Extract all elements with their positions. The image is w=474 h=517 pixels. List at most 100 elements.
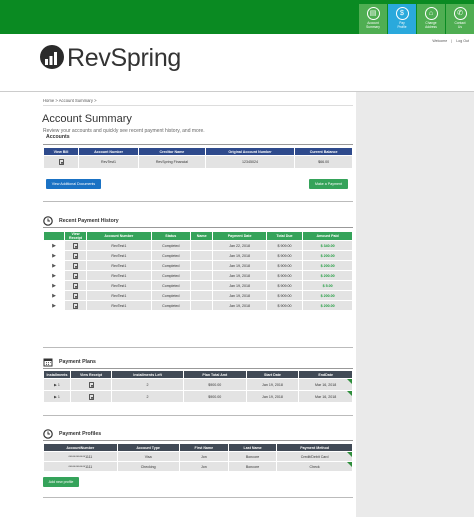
expand-arrow-icon[interactable]: ▶	[44, 241, 64, 250]
table-row: ************1111 Visa Jon Boncore Credit…	[44, 452, 352, 461]
view-receipt-cell[interactable]	[71, 379, 111, 390]
end-date-cell: Mar 16, 2018	[299, 391, 352, 402]
view-receipt-cell[interactable]	[65, 271, 86, 280]
nav-pay-profile[interactable]: $ Pay Profile	[388, 4, 416, 34]
view-receipt-cell[interactable]	[65, 301, 86, 310]
table-row: ▶ 1 2 $900.00 Jan 19, 2018 Mar 16, 2018	[44, 391, 352, 402]
logout-link[interactable]: Log Out	[456, 39, 469, 43]
table-row: ▶ RevTest1 Completed Jan 19, 2018 $ 909.…	[44, 251, 352, 260]
view-receipt-cell[interactable]	[71, 391, 111, 402]
expand-arrow-icon[interactable]: ▶	[44, 261, 64, 270]
nav-label: Change Address	[425, 21, 437, 29]
table-header-row: Installments View Receipt Installments L…	[44, 371, 352, 378]
total-due: $ 909.00	[266, 301, 303, 310]
nav-change-address[interactable]: ⌂ Change Address	[417, 4, 445, 34]
status: Completed	[151, 301, 190, 310]
receipt-icon[interactable]	[73, 302, 78, 309]
amount-paid: $ 200.00	[303, 291, 352, 300]
end-date-cell: Mar 16, 2018	[299, 379, 352, 390]
amount-paid: $ 340.00	[303, 241, 352, 250]
status: Completed	[151, 261, 190, 270]
nav-account-summary[interactable]: ▤ Account Summary	[359, 4, 387, 34]
receipt-icon[interactable]	[73, 282, 78, 289]
expand-arrow-icon[interactable]: ▶	[44, 271, 64, 280]
nav-label: Pay Profile	[397, 21, 407, 29]
account-number: ************1111	[44, 462, 117, 471]
logo-mark-icon	[40, 45, 64, 69]
expand-arrow-icon[interactable]: ▶	[44, 251, 64, 260]
column-header: View Receipt	[65, 232, 86, 240]
end-date: Mar 16, 2018	[315, 394, 337, 399]
payment-date: Jan 19, 2018	[213, 291, 266, 300]
name	[190, 291, 213, 300]
expand-arrow-icon[interactable]: ▶	[54, 383, 57, 387]
accounts-title: Accounts	[46, 134, 70, 140]
expand-arrow-icon[interactable]: ▶	[44, 291, 64, 300]
view-bill-cell[interactable]	[44, 156, 78, 168]
receipt-icon[interactable]	[88, 381, 94, 388]
section-divider	[43, 497, 353, 498]
accounts-heading: Accounts	[43, 134, 70, 140]
section-divider	[43, 144, 353, 145]
receipt-icon[interactable]	[73, 262, 78, 269]
right-sidebar	[356, 92, 474, 517]
column-header: EndDate	[299, 371, 352, 378]
view-receipt-cell[interactable]	[65, 281, 86, 290]
name	[190, 261, 213, 270]
section-divider	[43, 368, 353, 369]
payment-method: Credit/Debit Card	[300, 454, 329, 459]
expand-arrow-icon[interactable]: ▶	[54, 395, 57, 399]
revspring-logo[interactable]: RevSpring	[39, 44, 181, 72]
payment-date: Jan 22, 2018	[213, 241, 266, 250]
table-row: RevTest1 RevSpring Financial 12345024 $6…	[44, 156, 352, 168]
utility-links: Welcome | Log Out	[429, 39, 469, 43]
make-payment-button[interactable]: Make a Payment	[309, 179, 348, 189]
payment-method: Check	[309, 464, 320, 469]
receipt-icon[interactable]	[88, 393, 94, 400]
column-header: Status	[151, 232, 190, 240]
view-receipt-cell[interactable]	[65, 291, 86, 300]
payment-date: Jan 19, 2018	[213, 251, 266, 260]
expand-arrow-icon[interactable]: ▶	[44, 281, 64, 290]
column-header: Creditor Name	[139, 148, 205, 155]
installments-cell[interactable]: ▶ 1	[44, 379, 70, 390]
receipt-icon[interactable]	[73, 292, 78, 299]
status-flag-icon	[347, 462, 352, 467]
page-title: Account Summary	[42, 113, 132, 125]
accounts-table: View Bill Account Number Creditor Name O…	[43, 147, 353, 169]
logo-text: RevSpring	[67, 44, 182, 72]
table-row: ▶ RevTest1 Completed Jan 19, 2018 $ 909.…	[44, 261, 352, 270]
view-receipt-cell[interactable]	[65, 251, 86, 260]
view-receipt-cell[interactable]	[65, 261, 86, 270]
receipt-icon[interactable]	[73, 272, 78, 279]
divider: |	[451, 39, 453, 43]
section-divider	[43, 201, 353, 202]
expand-arrow-icon[interactable]: ▶	[44, 301, 64, 310]
column-header: Start Date	[246, 371, 299, 378]
receipt-icon[interactable]	[73, 252, 78, 259]
column-header: View Bill	[44, 148, 78, 155]
breadcrumb[interactable]: Home > Account Summary >	[43, 98, 97, 103]
document-icon[interactable]	[58, 159, 64, 165]
payment-date: Jan 19, 2018	[213, 301, 266, 310]
amount-paid: $ 200.00	[303, 251, 352, 260]
section-divider	[43, 227, 353, 228]
top-bar: ▤ Account Summary $ Pay Profile ⌂ Change…	[0, 0, 474, 34]
plan-total: $900.00	[184, 379, 246, 390]
name	[190, 241, 213, 250]
receipt-icon[interactable]	[73, 242, 78, 249]
nav-contact-us[interactable]: ✆ Contact Us	[446, 4, 474, 34]
installments-cell[interactable]: ▶ 1	[44, 391, 70, 402]
plans-title: Payment Plans	[59, 359, 96, 365]
add-profile-button[interactable]: Add new profile	[43, 477, 79, 487]
view-documents-button[interactable]: View Additional Documents	[46, 179, 101, 189]
current-balance: $66.00	[295, 156, 352, 168]
account-number: RevTest1	[87, 261, 151, 270]
view-receipt-cell[interactable]	[65, 241, 86, 250]
column-header: Current Balance	[295, 148, 352, 155]
total-due: $ 909.00	[266, 271, 303, 280]
account-summary-icon: ▤	[366, 7, 380, 20]
column-header: Total Due	[266, 232, 303, 240]
status: Completed	[151, 251, 190, 260]
end-date: Mar 16, 2018	[315, 382, 337, 387]
